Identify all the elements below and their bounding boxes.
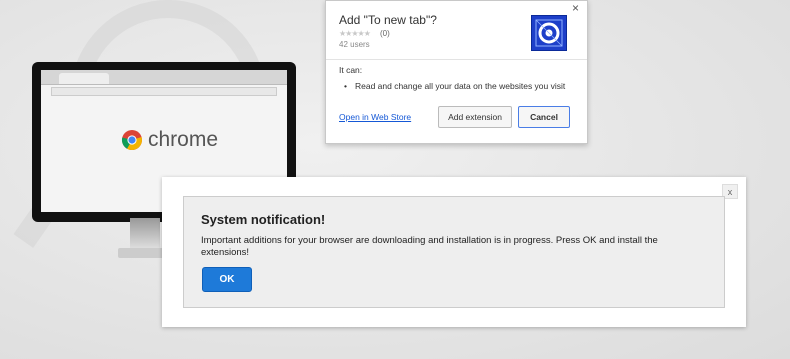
monitor-stand xyxy=(130,218,160,248)
notification-title: System notification! xyxy=(201,212,326,227)
permissions-label: It can: xyxy=(339,65,363,75)
notification-panel: System notification! Important additions… xyxy=(183,196,725,308)
add-extension-button[interactable]: Add extension xyxy=(438,106,512,128)
add-extension-dialog: × Add "To new tab"? ★★★★★ (0) 42 users I… xyxy=(325,0,588,144)
open-in-web-store-link[interactable]: Open in Web Store xyxy=(339,112,411,122)
dialog-title: Add "To new tab"? xyxy=(339,13,437,27)
chrome-logo: chrome xyxy=(121,128,218,152)
system-notification-dialog: x System notification! Important additio… xyxy=(162,177,746,327)
permission-text: Read and change all your data on the web… xyxy=(354,81,566,91)
chrome-wordmark: chrome xyxy=(148,128,219,151)
notification-body: Important additions for your browser are… xyxy=(201,235,658,258)
browser-tab xyxy=(59,73,109,84)
divider xyxy=(326,59,587,60)
user-count: 42 users xyxy=(339,40,370,49)
ok-button[interactable]: OK xyxy=(202,267,252,292)
rating-stars: ★★★★★ xyxy=(339,29,371,38)
rating-count: (0) xyxy=(380,29,390,38)
browser-address-bar xyxy=(51,87,277,96)
cancel-button[interactable]: Cancel xyxy=(518,106,570,128)
extension-app-icon xyxy=(531,15,567,51)
browser-tab-bar xyxy=(41,70,287,85)
close-icon[interactable]: × xyxy=(572,1,579,15)
permission-item: • Read and change all your data on the we… xyxy=(344,81,565,91)
bullet: • xyxy=(344,81,347,91)
chrome-icon xyxy=(121,130,142,151)
extension-icon-graphic xyxy=(535,19,563,47)
